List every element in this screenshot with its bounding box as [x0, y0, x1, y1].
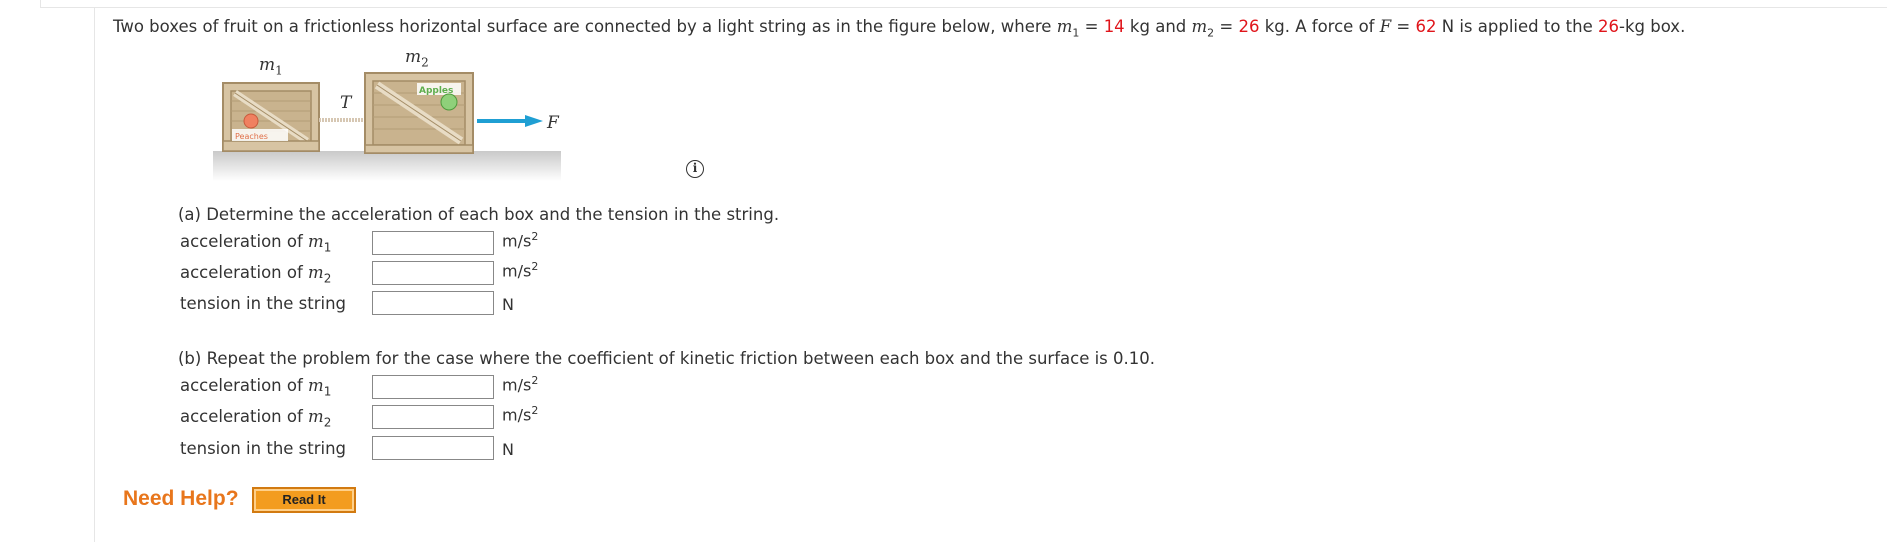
part-b-unit-tension: N [502, 440, 514, 459]
part-b-label-accel-m1: acceleration of m1 [180, 376, 332, 399]
peaches-label: Peaches [235, 132, 268, 141]
part-b-title: (b) Repeat the problem for the case wher… [178, 349, 1155, 368]
problem-statement: Two boxes of fruit on a frictionless hor… [113, 17, 1686, 40]
given-m1: 14 [1103, 17, 1125, 36]
part-a-tension-input[interactable] [372, 291, 494, 315]
part-b-accel-m1-input[interactable] [372, 375, 494, 399]
given-force: 62 [1415, 17, 1437, 36]
force-arrow-head [525, 115, 543, 127]
need-help-label: Need Help? [123, 487, 239, 510]
part-b-tension-input[interactable] [372, 436, 494, 460]
part-a-unit-tension: N [502, 295, 514, 314]
part-a-label-tension: tension in the string [180, 294, 347, 313]
part-a-label-accel-m1: acceleration of m1 [180, 232, 332, 255]
part-b-accel-m2-input[interactable] [372, 405, 494, 429]
figure-drawing: Peaches Apples [213, 72, 561, 181]
part-a-accel-m1-input[interactable] [372, 231, 494, 255]
info-icon[interactable]: i [686, 160, 704, 178]
boxes-figure: m1 m2 T F Peaches Apples [205, 45, 575, 185]
part-a-unit-accel-m1: m/s2 [502, 230, 539, 251]
part-a-label-accel-m2: acceleration of m2 [180, 263, 332, 286]
part-a-unit-accel-m2: m/s2 [502, 260, 539, 281]
given-box-mass: 26 [1598, 17, 1620, 36]
part-b-label-accel-m2: acceleration of m2 [180, 407, 332, 430]
apples-crate: Apples [364, 72, 474, 154]
part-a-accel-m2-input[interactable] [372, 261, 494, 285]
part-b-unit-accel-m2: m/s2 [502, 404, 539, 425]
read-it-button[interactable]: Read It [252, 487, 356, 513]
part-a-title: (a) Determine the acceleration of each b… [178, 205, 780, 224]
peaches-crate: Peaches [222, 82, 320, 152]
part-b-unit-accel-m1: m/s2 [502, 374, 539, 395]
floor-surface [213, 151, 561, 181]
part-b-label-tension: tension in the string [180, 439, 347, 458]
given-m2: 26 [1238, 17, 1260, 36]
